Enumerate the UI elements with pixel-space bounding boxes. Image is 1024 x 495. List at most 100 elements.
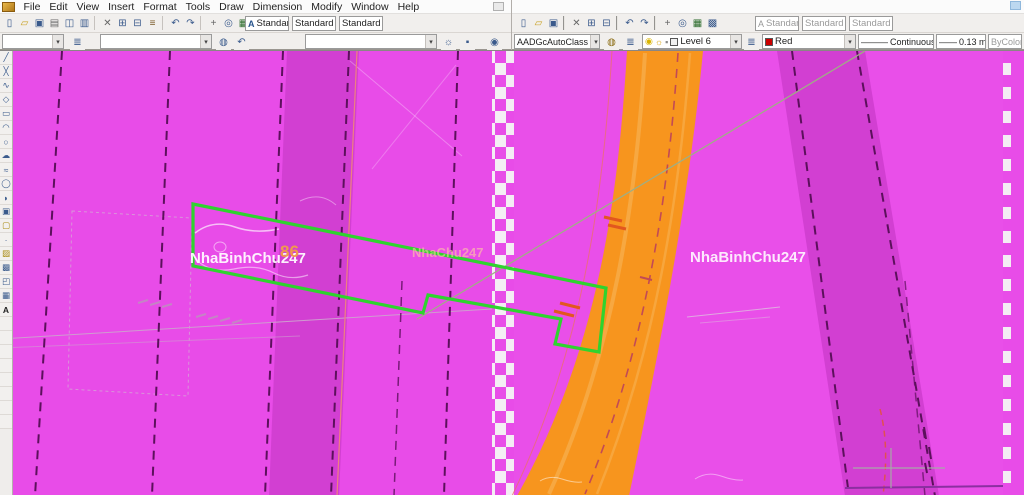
linetype-combo[interactable]: ——— Continuous ▾ [858,34,934,49]
undo-button[interactable]: ↶ [168,15,183,31]
layer-previous-button[interactable]: ↶ [234,34,249,50]
insert-block-tool-button[interactable]: ▣ [0,205,12,219]
plot-style-combo[interactable]: ByColor [988,34,1022,49]
plot-button[interactable]: ▤ [47,15,62,31]
dim-style-combo[interactable]: Standard ▾ [292,16,336,31]
plot-preview-button[interactable]: ◫ [62,15,77,31]
lineweight-value: 0.13 mm [959,36,986,47]
toolbar-grip[interactable] [654,16,658,30]
layer-filter-combo-left[interactable]: ▾ [2,34,64,49]
paste-button-right[interactable]: ⊟ [599,15,614,31]
menu-window[interactable]: Window [347,1,393,13]
paste-button[interactable]: ⊟ [130,15,145,31]
menu-dimension[interactable]: Dimension [248,1,307,13]
layer-states-button[interactable]: ≣ [623,34,638,50]
menu-format[interactable]: Format [139,1,181,13]
pan-icon: + [210,17,217,29]
make-block-tool-button[interactable]: ▢ [0,219,12,233]
circle-tool-button[interactable]: ○ [0,135,12,149]
spline-tool-button[interactable]: ≈ [0,163,12,177]
cut-button[interactable]: ✕ [100,15,115,31]
color-combo[interactable]: Red ▾ [762,34,856,49]
cut-icon: ✕ [572,17,581,29]
chevron-down-icon[interactable]: ▾ [200,35,211,48]
text-style-combo-right[interactable]: A Standard ▾ [755,16,799,31]
window-control-icon[interactable] [1010,1,1021,10]
chevron-down-icon[interactable]: ▾ [844,35,855,48]
menu-view[interactable]: View [72,1,104,13]
table-style-combo[interactable]: Standard ▾ [339,16,383,31]
make-layer-current-button[interactable]: ◍ [216,34,231,50]
match-properties-button[interactable]: ≡ [145,15,160,31]
menu-file[interactable]: File [19,1,45,13]
save-icon: ▣ [34,17,45,29]
ellipse-arc-tool-button[interactable]: ◗ [0,191,12,205]
layer-filter-combo[interactable]: AADGcAutoClass ▾ [514,34,600,49]
lineweight-combo[interactable]: —— 0.13 mm [936,34,986,49]
layer-bulb-button[interactable]: ◉ [487,34,502,50]
point-tool-button[interactable]: · [0,233,12,247]
pan-button-right[interactable]: + [660,15,675,31]
new-button[interactable]: ▯ [2,15,17,31]
table-style-combo-right[interactable]: Standard ▾ [849,16,893,31]
polyline-tool-button[interactable]: ∿ [0,79,12,93]
tool-palettes-button[interactable]: ▩ [705,15,720,31]
hatch-tool-button[interactable]: ▨ [0,247,12,261]
menu-draw[interactable]: Draw [215,1,249,13]
hatch-icon: ▨ [1,248,11,258]
layer-freeze-button[interactable]: ▪ [460,34,475,50]
layer-on-button[interactable]: ☼ [441,34,456,50]
menu-tools[interactable]: Tools [181,1,215,13]
chevron-down-icon[interactable]: ▾ [590,35,599,48]
zoom-window-button-right[interactable]: ◎ [675,15,690,31]
zoom-window-button[interactable]: ◎ [221,15,236,31]
redo-button-right[interactable]: ↷ [637,15,652,31]
pan-button[interactable]: + [206,15,221,31]
ellipse-tool-button[interactable]: ◯ [0,177,12,191]
layer-properties-button[interactable]: ◍ [604,34,619,50]
properties-combo-left[interactable]: ▾ [305,34,437,49]
layer-properties-button-left[interactable]: ≣ [70,34,85,50]
toolbar-grip[interactable] [563,16,567,30]
layer-combo-left[interactable]: ▾ [100,34,212,49]
save-button[interactable]: ▣ [32,15,47,31]
construction-line-tool-button[interactable]: ╳ [0,65,12,79]
rectangle-tool-button[interactable]: ▭ [0,107,12,121]
cut-button-right[interactable]: ✕ [569,15,584,31]
layer-combo[interactable]: ◉ ☼ ▪ Level 6 ▾ [642,34,742,49]
properties-button-right[interactable]: ▦ [690,15,705,31]
dim-style-combo-right[interactable]: Standard ▾ [802,16,846,31]
chevron-down-icon[interactable]: ▾ [730,35,741,48]
revision-cloud-tool-button[interactable]: ☁ [0,149,12,163]
menu-insert[interactable]: Insert [104,1,139,13]
make-object-layer-current-button[interactable]: ≣ [744,34,759,50]
copy-button[interactable]: ⊞ [115,15,130,31]
open-button-right[interactable]: ▱ [531,15,546,31]
open-button[interactable]: ▱ [17,15,32,31]
table-tool-button[interactable]: ▦ [0,289,12,303]
child-window-restore-button[interactable] [493,2,504,11]
drawing-canvas-area[interactable]: ╱ ╳ ∿ ◇ ▭ ◠ ○ ☁ ≈ ◯ ◗ ▣ ▢ · ▨ ▩ ◰ ▦ A Nh… [0,50,1024,495]
multiline-text-tool-button[interactable]: A [0,303,12,317]
line-tool-button[interactable]: ╱ [0,51,12,65]
polygon-tool-button[interactable]: ◇ [0,93,12,107]
toolbar-grip[interactable] [616,16,620,30]
save-button-right[interactable]: ▣ [546,15,561,31]
undo-button-right[interactable]: ↶ [622,15,637,31]
region-tool-button[interactable]: ◰ [0,275,12,289]
arc-tool-button[interactable]: ◠ [0,121,12,135]
copy-button-right[interactable]: ⊞ [584,15,599,31]
redo-button[interactable]: ↷ [183,15,198,31]
table-icon: ▦ [1,290,11,300]
chevron-down-icon[interactable]: ▾ [52,35,63,48]
publish-button[interactable]: ▥ [77,15,92,31]
toolbar-separator [94,16,98,30]
text-style-combo[interactable]: A Standard ▾ [245,16,289,31]
menu-modify[interactable]: Modify [307,1,347,13]
menu-help[interactable]: Help [393,1,424,13]
menu-edit[interactable]: Edit [45,1,72,13]
gradient-tool-button[interactable]: ▩ [0,261,12,275]
map-drawing[interactable]: NhaBinhChu247 86 NhaChu247 NhaBinhChu247 [0,50,1011,495]
new-button-right[interactable]: ▯ [516,15,531,31]
chevron-down-icon[interactable]: ▾ [425,35,436,48]
